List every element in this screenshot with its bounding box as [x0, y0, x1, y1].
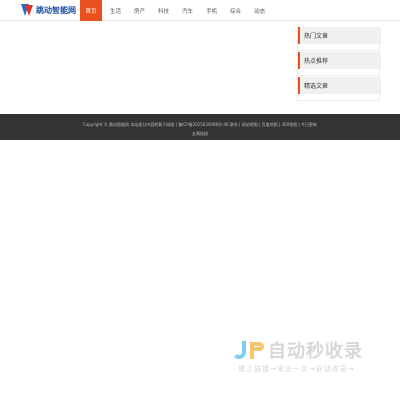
sidebar-box-hot-articles: 热门文章: [297, 27, 381, 51]
logo-mark-icon: [20, 3, 34, 17]
nav-item-news[interactable]: 动态: [249, 0, 270, 21]
logo-text: 跳动智能网: [36, 4, 76, 15]
watermark: 自动秒收录 做上链接→来访一次→自动收录→: [230, 339, 390, 379]
site-header: 跳动智能网 首页 生活 房产 科技 汽车 手机 综合 动态: [0, 0, 400, 21]
nav-item-realestate[interactable]: 房产: [129, 0, 150, 21]
watermark-subtitle: 做上链接→来访一次→自动收录→: [238, 365, 355, 373]
footer-copyright: Copyright © 跳动智能网 本站部分内容转载于网络 | 鲁ICP备202…: [82, 122, 318, 127]
sidebar-box-featured: 精选文章: [297, 77, 381, 101]
jr-logo-icon: [230, 339, 278, 361]
sidebar-box-hot-recommend: 热点推荐: [297, 52, 381, 76]
nav-item-home[interactable]: 首页: [80, 0, 102, 21]
site-logo[interactable]: 跳动智能网: [20, 2, 76, 18]
nav-item-life[interactable]: 生活: [105, 0, 126, 21]
footer-friend-links[interactable]: 友情链接: [0, 131, 400, 137]
nav-item-general[interactable]: 综合: [225, 0, 246, 21]
nav-item-auto[interactable]: 汽车: [177, 0, 198, 21]
site-footer: Copyright © 跳动智能网 本站部分内容转载于网络 | 鲁ICP备202…: [0, 114, 400, 140]
sidebar-title-featured[interactable]: 精选文章: [298, 77, 381, 94]
nav-item-tech[interactable]: 科技: [153, 0, 174, 21]
sidebar-title-hot-recommend[interactable]: 热点推荐: [298, 52, 381, 69]
sidebar-title-hot-articles[interactable]: 热门文章: [298, 27, 381, 44]
watermark-title: 自动秒收录: [268, 341, 363, 362]
watermark-logo: 自动秒收录: [230, 339, 363, 362]
nav-item-mobile[interactable]: 手机: [201, 0, 222, 21]
sidebar: 热门文章 热点推荐 精选文章: [297, 27, 381, 101]
main-nav: 首页 生活 房产 科技 汽车 手机 综合 动态: [80, 0, 273, 21]
page: 跳动智能网 首页 生活 房产 科技 汽车 手机 综合 动态 热门文章 热点推荐 …: [0, 0, 400, 400]
